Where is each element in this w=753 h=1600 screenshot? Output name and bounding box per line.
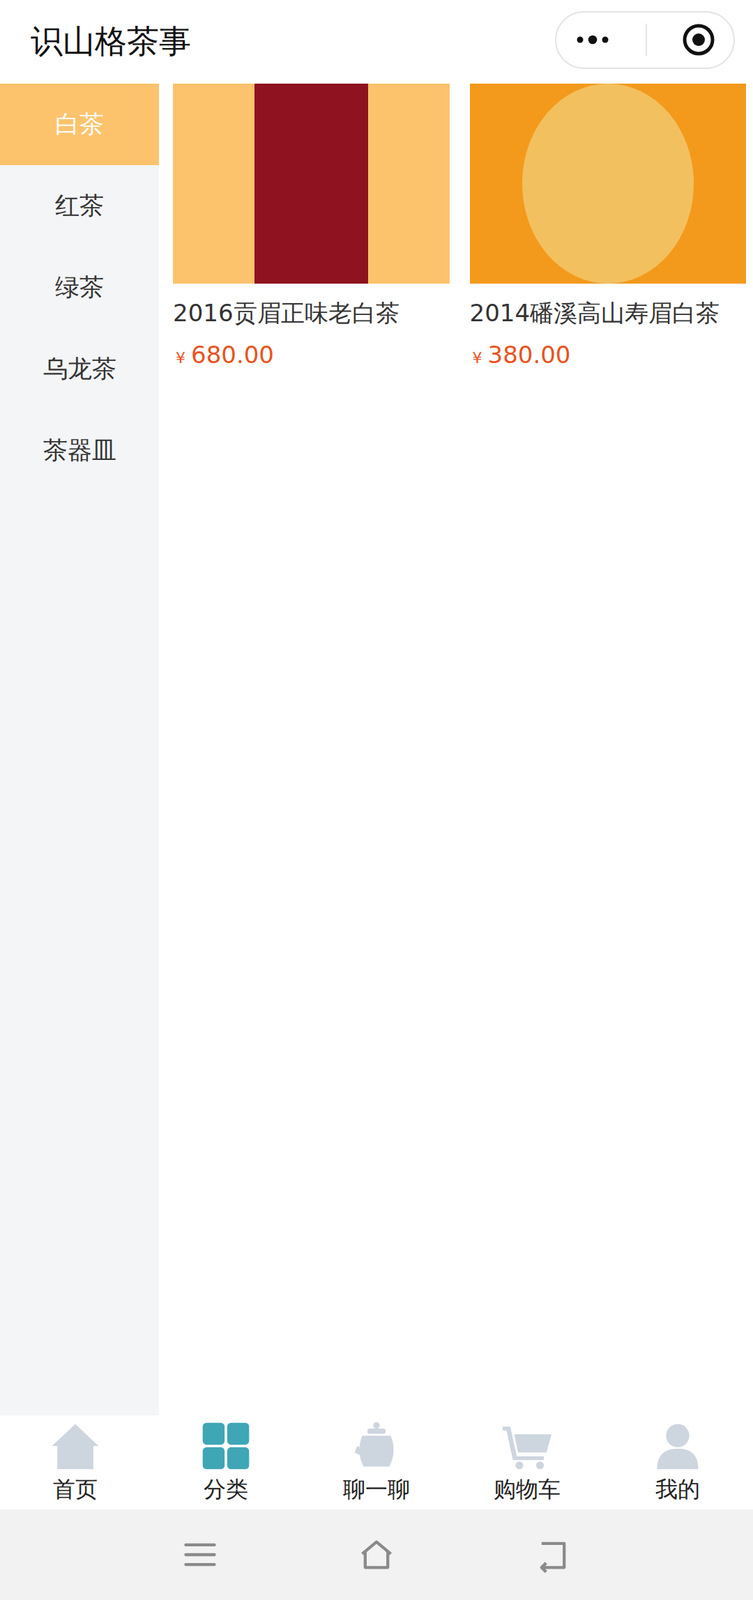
capsule-menu xyxy=(554,11,735,70)
menu-icon[interactable] xyxy=(181,1536,219,1575)
tab-item[interactable]: 购物车 xyxy=(451,1416,603,1511)
sidebar-item[interactable]: 绿茶 xyxy=(0,246,159,329)
product-price: ¥680.00 xyxy=(172,340,450,369)
product-card[interactable]: 2016贡眉正味老白茶 ¥680.00 xyxy=(172,83,450,369)
product-name: 2014磻溪高山寿眉白茶 xyxy=(469,297,747,329)
product-card[interactable]: 2014磻溪高山寿眉白茶 ¥380.00 xyxy=(469,83,747,369)
product-image xyxy=(469,83,747,284)
tab-item[interactable]: 首页 xyxy=(0,1416,151,1511)
tab-label: 购物车 xyxy=(493,1475,561,1506)
home-icon xyxy=(49,1420,102,1473)
product-image xyxy=(172,83,450,284)
tab-item[interactable]: 聊一聊 xyxy=(301,1416,452,1511)
tab-label: 我的 xyxy=(655,1475,701,1506)
sidebar-item[interactable]: 红茶 xyxy=(0,165,159,247)
nav-bar: 识山格茶事 xyxy=(0,0,753,84)
category-sidebar: 白茶红茶绿茶乌龙茶茶器皿 xyxy=(0,83,159,1417)
mini-program-page: 识山格茶事 白茶红茶绿茶乌龙茶茶器皿 2016贡眉正味老白茶 ¥680.00 2… xyxy=(0,0,753,1600)
tab-label: 分类 xyxy=(203,1475,249,1506)
system-nav-bar xyxy=(0,1510,753,1600)
product-price: ¥380.00 xyxy=(469,340,747,369)
tab-item[interactable]: 我的 xyxy=(602,1416,753,1511)
back-icon[interactable] xyxy=(534,1536,572,1575)
grid-icon xyxy=(200,1420,252,1473)
home-icon[interactable] xyxy=(357,1536,396,1575)
tab-item[interactable]: 分类 xyxy=(150,1416,302,1511)
tab-bar: 首页 分类 聊一聊 购物车 我的 xyxy=(0,1416,753,1511)
more-icon[interactable] xyxy=(573,33,612,47)
cart-icon xyxy=(501,1420,553,1473)
user-icon xyxy=(651,1420,704,1473)
tab-label: 聊一聊 xyxy=(343,1475,410,1506)
capsule-divider xyxy=(645,23,648,56)
product-grid: 2016贡眉正味老白茶 ¥680.00 2014磻溪高山寿眉白茶 ¥380.00 xyxy=(158,83,753,1417)
close-icon[interactable] xyxy=(681,22,717,58)
page-title: 识山格茶事 xyxy=(30,20,192,64)
tab-label: 首页 xyxy=(52,1475,98,1506)
sidebar-item[interactable]: 乌龙茶 xyxy=(0,328,159,410)
product-name: 2016贡眉正味老白茶 xyxy=(172,297,450,329)
sidebar-item[interactable]: 茶器皿 xyxy=(0,409,159,492)
sidebar-item[interactable]: 白茶 xyxy=(0,83,159,166)
category-content: 白茶红茶绿茶乌龙茶茶器皿 2016贡眉正味老白茶 ¥680.00 2014磻溪高… xyxy=(0,83,753,1417)
teapot-icon xyxy=(350,1420,403,1473)
